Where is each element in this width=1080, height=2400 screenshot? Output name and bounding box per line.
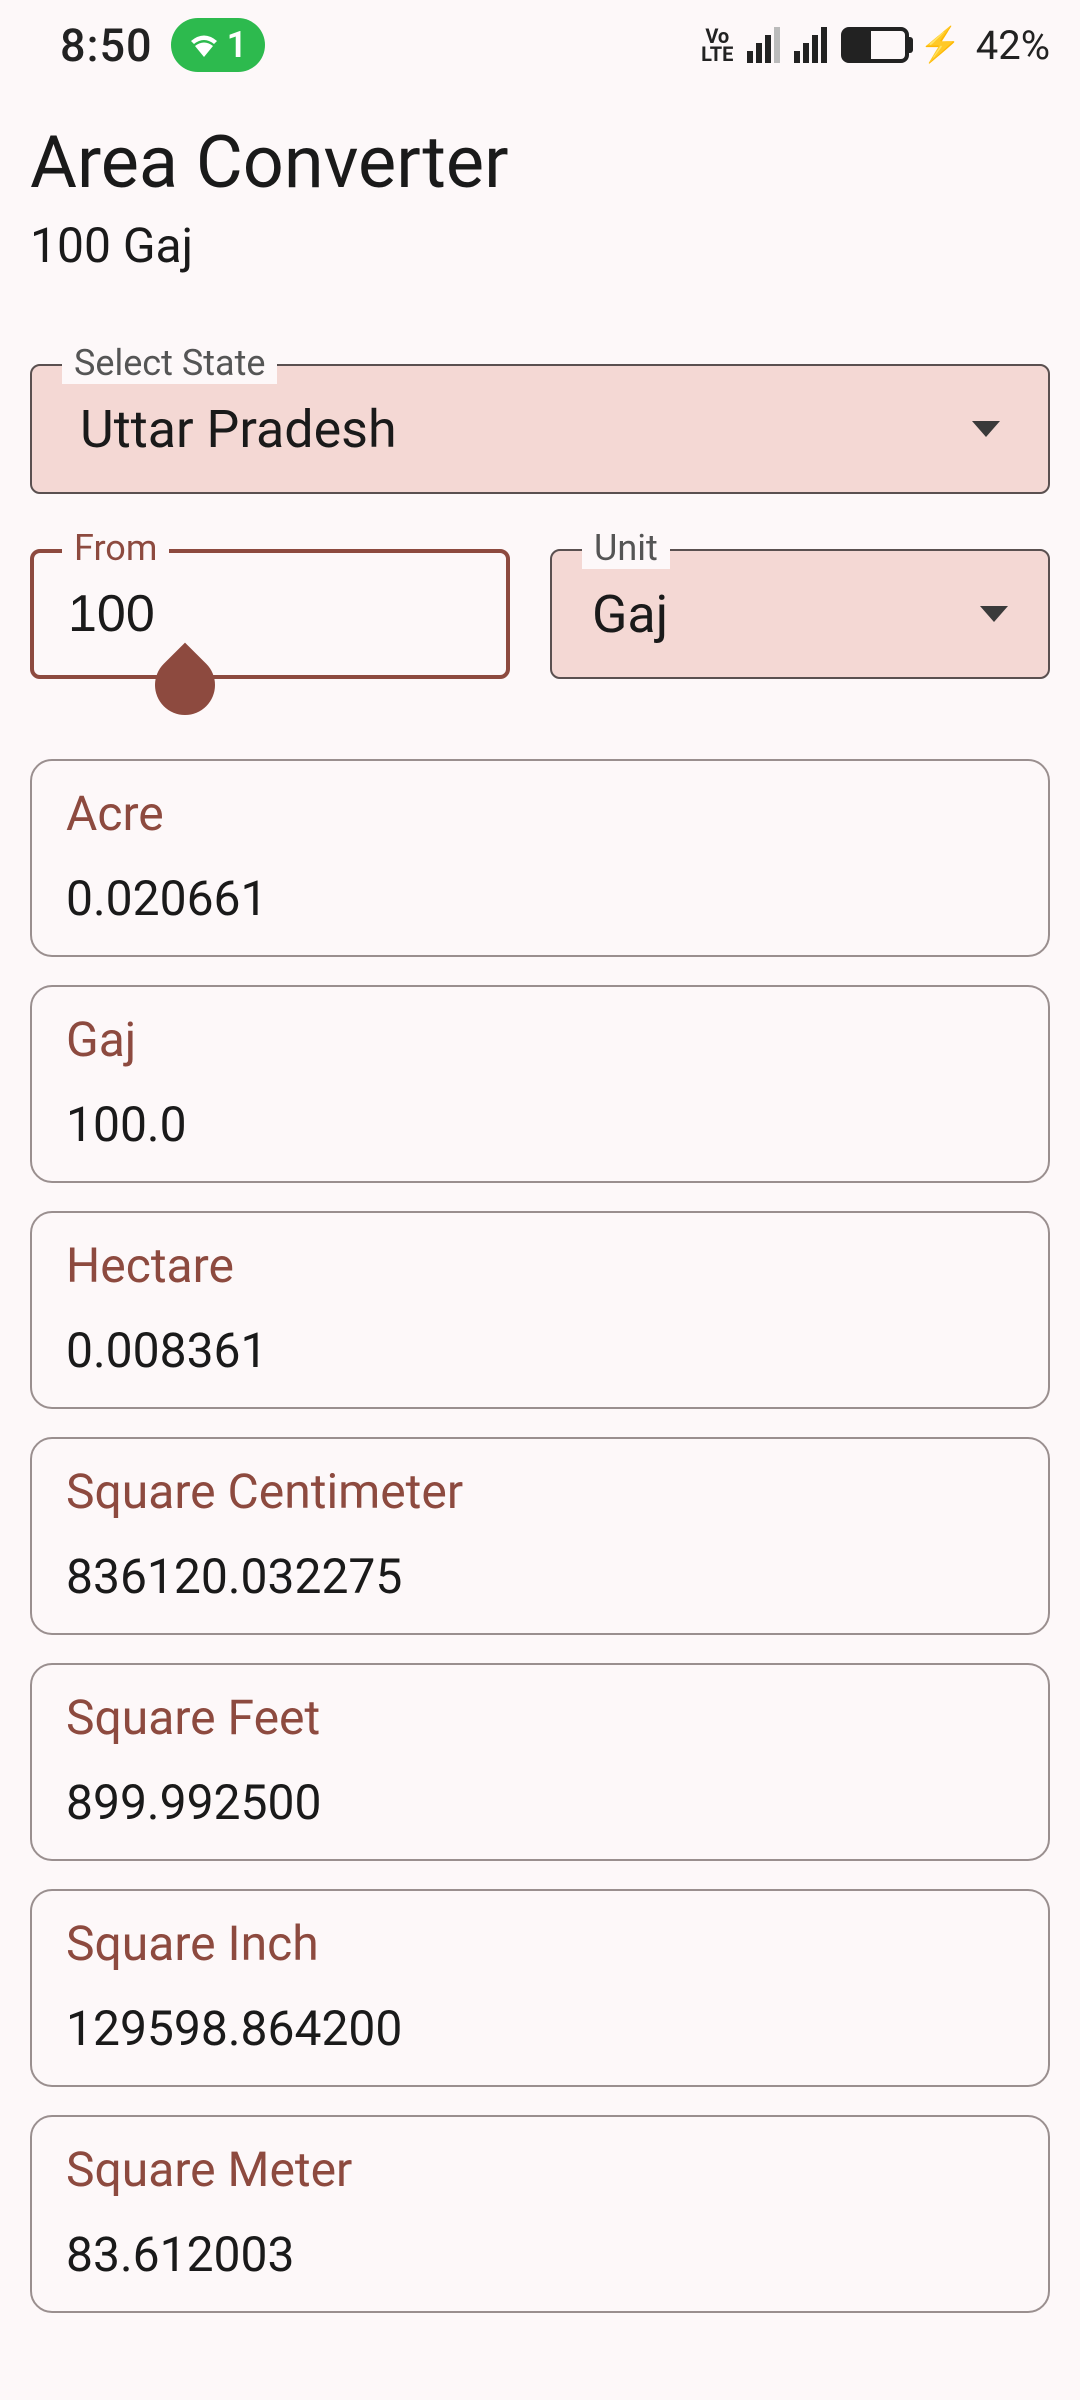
unit-selector-group: Unit Gaj bbox=[550, 549, 1050, 679]
from-input-group: From bbox=[30, 549, 510, 679]
from-input-label: From bbox=[62, 527, 169, 569]
status-right: Vo LTE ⚡ 42% bbox=[701, 22, 1050, 69]
result-card-acre: Acre 0.020661 bbox=[30, 759, 1050, 957]
result-label: Hectare bbox=[66, 1237, 1014, 1294]
result-card-hectare: Hectare 0.008361 bbox=[30, 1211, 1050, 1409]
status-time: 8:50 bbox=[60, 19, 153, 72]
result-label: Acre bbox=[66, 785, 1014, 842]
result-card-gaj: Gaj 100.0 bbox=[30, 985, 1050, 1183]
result-value: 83.612003 bbox=[66, 2226, 1014, 2283]
wifi-badge: 1 bbox=[171, 18, 266, 72]
results-list: Acre 0.020661 Gaj 100.0 Hectare 0.008361… bbox=[30, 759, 1050, 2313]
volte-icon: Vo LTE bbox=[701, 27, 733, 63]
unit-selector-label: Unit bbox=[582, 527, 670, 569]
charging-bolt-icon: ⚡ bbox=[919, 25, 961, 65]
result-card-square-feet: Square Feet 899.992500 bbox=[30, 1663, 1050, 1861]
result-value: 899.992500 bbox=[66, 1774, 1014, 1831]
chevron-down-icon bbox=[972, 421, 1000, 437]
result-card-square-meter: Square Meter 83.612003 bbox=[30, 2115, 1050, 2313]
result-value: 0.020661 bbox=[66, 870, 1014, 927]
page-subtitle: 100 Gaj bbox=[30, 217, 1050, 274]
wifi-badge-count: 1 bbox=[227, 24, 248, 66]
result-card-square-inch: Square Inch 129598.864200 bbox=[30, 1889, 1050, 2087]
signal-bars-1-icon bbox=[747, 27, 780, 63]
result-card-square-centimeter: Square Centimeter 836120.032275 bbox=[30, 1437, 1050, 1635]
chevron-down-icon bbox=[980, 606, 1008, 622]
result-label: Square Meter bbox=[66, 2141, 1014, 2198]
result-label: Square Inch bbox=[66, 1915, 1014, 1972]
battery-percent: 42% bbox=[976, 22, 1050, 69]
state-selector-group: Select State Uttar Pradesh bbox=[30, 364, 1050, 494]
result-label: Gaj bbox=[66, 1011, 1014, 1068]
result-value: 129598.864200 bbox=[66, 2000, 1014, 2057]
result-value: 100.0 bbox=[66, 1096, 1014, 1153]
content: Area Converter 100 Gaj Select State Utta… bbox=[0, 120, 1080, 2313]
unit-selector-value: Gaj bbox=[592, 584, 668, 645]
result-value: 0.008361 bbox=[66, 1322, 1014, 1379]
result-label: Square Centimeter bbox=[66, 1463, 1014, 1520]
status-left: 8:50 1 bbox=[60, 18, 265, 72]
state-selector-value: Uttar Pradesh bbox=[80, 399, 397, 460]
signal-bars-2-icon bbox=[794, 27, 827, 63]
wifi-icon bbox=[189, 33, 219, 57]
state-selector-label: Select State bbox=[62, 342, 277, 384]
status-bar: 8:50 1 Vo LTE ⚡ 42% bbox=[0, 0, 1080, 90]
page-title: Area Converter bbox=[30, 120, 1050, 205]
result-label: Square Feet bbox=[66, 1689, 1014, 1746]
input-row: From Unit Gaj bbox=[30, 549, 1050, 679]
battery-icon bbox=[841, 27, 909, 63]
result-value: 836120.032275 bbox=[66, 1548, 1014, 1605]
